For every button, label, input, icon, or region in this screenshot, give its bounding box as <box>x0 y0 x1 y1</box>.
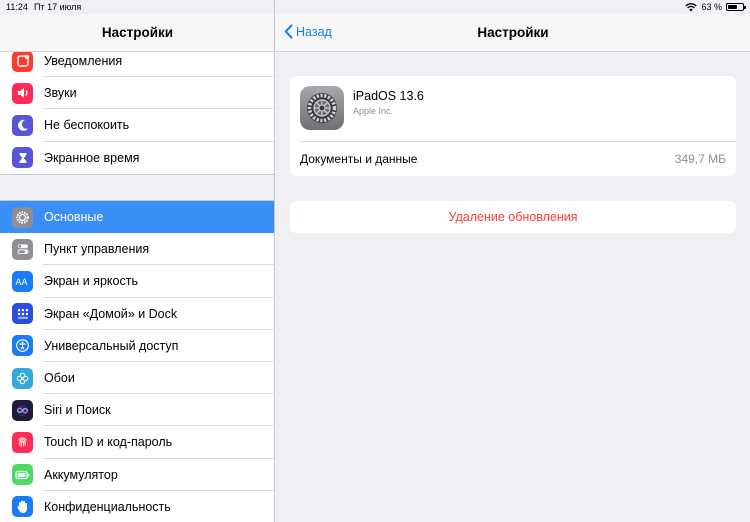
sidebar-item-screen-time[interactable]: Экранное время <box>0 142 274 174</box>
sidebar-item-battery[interactable]: Аккумулятор <box>0 459 274 491</box>
gear-icon <box>12 206 33 228</box>
settings-app-icon <box>300 86 344 130</box>
sidebar-item-label: Аккумулятор <box>44 467 118 482</box>
svg-text:AA: AA <box>16 277 28 287</box>
sidebar-item-display[interactable]: AA Экран и яркость <box>0 265 274 298</box>
sidebar-item-label: Экран «Домой» и Dock <box>44 306 178 321</box>
wifi-icon <box>685 2 698 11</box>
sidebar-item-control-center[interactable]: Пункт управления <box>0 233 274 266</box>
accessibility-icon <box>12 335 33 357</box>
hourglass-icon <box>12 147 33 169</box>
sidebar-item-label: Экранное время <box>44 150 140 165</box>
sidebar-item-do-not-disturb[interactable]: Не беспокоить <box>0 109 274 142</box>
sidebar-item-siri[interactable]: Siri и Поиск <box>0 394 274 427</box>
sidebar-item-label: Touch ID и код-пароль <box>44 435 173 450</box>
delete-update-card[interactable]: Удаление обновления <box>290 201 736 233</box>
status-time: 11:24 <box>6 2 28 12</box>
notifications-icon <box>12 50 33 72</box>
detail-pane: Назад Настройки iPadOS 13.6 Apple Inc. Д… <box>276 0 750 522</box>
sidebar-item-sounds[interactable]: Звуки <box>0 77 274 110</box>
update-info-card: iPadOS 13.6 Apple Inc. Документы и данны… <box>290 76 736 176</box>
battery-percent: 63 % <box>701 2 722 12</box>
sidebar-item-touch-id[interactable]: Touch ID и код-пароль <box>0 426 274 459</box>
sidebar-group-2: Основные Пункт управления AA Экран и ярк… <box>0 200 274 522</box>
fingerprint-icon <box>12 431 33 453</box>
status-right: 63 % <box>685 2 746 12</box>
sidebar-item-home-screen[interactable]: Экран «Домой» и Dock <box>0 298 274 330</box>
display-icon: AA <box>12 270 33 292</box>
sidebar-item-label: Звуки <box>44 86 77 101</box>
sidebar-item-label: Универсальный доступ <box>44 338 179 353</box>
sidebar-group-1: Уведомления Звуки Не беспокоить Экранное… <box>0 45 274 175</box>
sounds-icon <box>12 82 33 104</box>
sidebar-item-wallpaper[interactable]: Обои <box>0 362 274 395</box>
status-bar: 11:24 Пт 17 июля 63 % <box>0 0 750 14</box>
sidebar: Настройки Уведомления Звуки Не беспокоит… <box>0 0 275 522</box>
siri-icon <box>12 399 33 421</box>
sidebar-item-label: Конфиденциальность <box>44 499 171 514</box>
control-center-icon <box>12 238 33 260</box>
delete-update-button[interactable]: Удаление обновления <box>449 210 578 224</box>
sidebar-item-privacy[interactable]: Конфиденциальность <box>0 491 274 522</box>
sidebar-item-label: Уведомления <box>44 54 123 69</box>
sidebar-item-label: Не беспокоить <box>44 118 130 133</box>
sidebar-title: Настройки <box>0 14 274 52</box>
documents-data-row: Документы и данные 349,7 МБ <box>300 141 726 176</box>
sidebar-item-label: Основные <box>44 210 104 225</box>
sidebar-item-accessibility[interactable]: Универсальный доступ <box>0 330 274 363</box>
battery-icon <box>12 464 33 486</box>
sidebar-item-general[interactable]: Основные <box>0 201 274 234</box>
documents-value: 349,7 МБ <box>674 151 726 166</box>
wallpaper-icon <box>12 367 33 389</box>
sidebar-item-label: Пункт управления <box>44 242 150 257</box>
detail-navbar: Назад Настройки <box>276 14 750 52</box>
hand-icon <box>12 496 33 518</box>
sidebar-item-label: Siri и Поиск <box>44 403 111 418</box>
update-name: iPadOS 13.6 <box>353 89 424 103</box>
moon-icon <box>12 114 33 136</box>
sidebar-item-label: Экран и яркость <box>44 274 138 289</box>
status-date: Пт 17 июля <box>34 2 82 12</box>
page-title: Настройки <box>477 25 549 40</box>
home-grid-icon <box>12 303 33 325</box>
update-header: iPadOS 13.6 Apple Inc. <box>300 86 424 130</box>
update-vendor: Apple Inc. <box>353 106 394 116</box>
documents-label: Документы и данные <box>300 151 418 166</box>
battery-status-icon <box>726 3 746 11</box>
sidebar-item-label: Обои <box>44 371 75 386</box>
